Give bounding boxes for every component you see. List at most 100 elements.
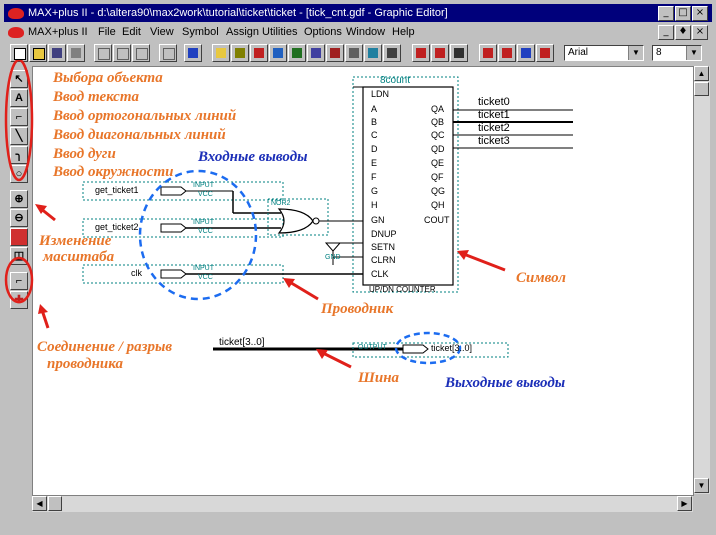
pin-label: CLRN [371, 255, 396, 265]
doc-close-button[interactable]: × [692, 25, 708, 40]
hierarchy-up-button[interactable] [212, 44, 230, 62]
menu-maxplus[interactable]: MAX+plus II [28, 23, 88, 41]
annotation-symbol: Символ [516, 270, 566, 286]
pin-label: CLK [371, 269, 389, 279]
pin-label: QB [431, 117, 445, 127]
hierarchy-display-button[interactable] [250, 44, 268, 62]
undo-button[interactable] [159, 44, 177, 62]
output-pin-ticket[interactable] [402, 344, 429, 354]
menu-window[interactable]: Window [346, 23, 385, 41]
menu-bar: MAX+plus II File Edit View Symbol Assign… [4, 23, 712, 41]
pin-label: A [371, 104, 378, 114]
font-size-value: 8 [656, 47, 662, 58]
font-size-select[interactable]: 8 ▼ [652, 45, 702, 61]
assign-button-2[interactable] [498, 44, 516, 62]
pin-label: F [371, 172, 377, 182]
close-button[interactable]: × [692, 6, 708, 21]
annotation-wire: Проводник [321, 301, 394, 317]
pin-label: COUT [424, 215, 450, 225]
save-check-button[interactable] [431, 44, 449, 62]
scroll-thumb[interactable] [694, 82, 709, 96]
simulator-button[interactable] [307, 44, 325, 62]
pin-vcc-label: VCC [198, 228, 213, 235]
floorplan-button[interactable] [269, 44, 287, 62]
input-pin-get-ticket1[interactable] [160, 186, 187, 196]
menu-utilities[interactable]: Utilities [262, 23, 297, 41]
annotation-inputs: Входные выводы [198, 149, 308, 165]
maximize-button[interactable]: □ [675, 6, 691, 21]
gnd-symbol[interactable] [324, 242, 342, 252]
pin-name-clk: clk [131, 268, 142, 278]
pin-label: QD [431, 144, 445, 154]
paste-button[interactable] [132, 44, 150, 62]
compiler-button[interactable] [288, 44, 306, 62]
pin-vcc-label: VCC [198, 274, 213, 281]
pin-label: LDN [371, 89, 390, 99]
menu-file[interactable]: File [98, 23, 116, 41]
toolbar: Arial ▼ 8 ▼ [4, 42, 712, 64]
font-select[interactable]: Arial ▼ [564, 45, 644, 61]
doc-minimize-button[interactable]: _ [658, 25, 674, 40]
gnd-label: GND [325, 254, 341, 261]
scroll-left-button[interactable]: ◀ [32, 496, 47, 511]
doc-maximize-button[interactable]: ♦ [675, 25, 691, 40]
status-bar [4, 513, 712, 531]
scroll-down-button[interactable]: ▼ [694, 478, 709, 493]
pin-label: D [371, 144, 378, 154]
annotation-ortho: Ввод ортогональных линий [53, 108, 237, 124]
scroll-thumb-h[interactable] [48, 496, 62, 511]
pin-name-get-ticket1: get_ticket1 [95, 185, 139, 195]
annotation-bus: Шина [358, 370, 400, 386]
timing-analyzer-button[interactable] [326, 44, 344, 62]
pin-label: QC [431, 130, 445, 140]
chevron-down-icon[interactable]: ▼ [686, 46, 701, 60]
assign-button-4[interactable] [536, 44, 554, 62]
pin-label: QF [431, 172, 444, 182]
assign-button-1[interactable] [479, 44, 497, 62]
net-label-ticket2: ticket2 [478, 122, 510, 134]
pin-name-get-ticket2: get_ticket2 [95, 222, 139, 232]
copy-button[interactable] [113, 44, 131, 62]
graphic-editor-canvas[interactable]: 8count UP/DN COUNTER LDN A B C D E F G H… [32, 66, 694, 496]
hierarchy-top-button[interactable] [231, 44, 249, 62]
chevron-down-icon[interactable]: ▼ [628, 46, 643, 60]
window-title: MAX+plus II - d:\altera90\max2work\tutor… [28, 7, 448, 19]
net-label-ticket1: ticket1 [478, 109, 510, 121]
pin-type-label: INPUT [193, 219, 214, 226]
menu-options[interactable]: Options [304, 23, 342, 41]
assign-button-3[interactable] [517, 44, 535, 62]
save-simulate-button[interactable] [450, 44, 468, 62]
annotation-outputs: Выходные выводы [445, 375, 566, 391]
menu-help[interactable]: Help [392, 23, 415, 41]
programmer-button[interactable] [345, 44, 363, 62]
horizontal-scrollbar[interactable]: ◀ ▶ [32, 495, 693, 512]
toolbar-highlights [4, 60, 56, 329]
pin-label: QG [431, 186, 446, 196]
minimize-button[interactable]: _ [658, 6, 674, 21]
menu-assign[interactable]: Assign [226, 23, 259, 41]
device-button[interactable] [383, 44, 401, 62]
vertical-scrollbar[interactable]: ▲ ▼ [693, 66, 710, 494]
scroll-right-button[interactable]: ▶ [677, 496, 692, 511]
pin-label: B [371, 117, 378, 127]
menu-view[interactable]: View [150, 23, 174, 41]
pin-label: H [371, 200, 378, 210]
bus-name: ticket[3..0] [219, 337, 265, 348]
menu-symbol[interactable]: Symbol [182, 23, 219, 41]
pin-label: C [371, 130, 378, 140]
pin-vcc-label: VCC [198, 191, 213, 198]
pin-label: QH [431, 200, 445, 210]
save-compile-button[interactable] [412, 44, 430, 62]
scroll-up-button[interactable]: ▲ [694, 66, 709, 81]
menu-edit[interactable]: Edit [122, 23, 141, 41]
gate-label: NOR2 [271, 200, 291, 207]
nor-gate[interactable] [277, 208, 314, 234]
message-processor-button[interactable] [364, 44, 382, 62]
title-bar: MAX+plus II - d:\altera90\max2work\tutor… [4, 4, 712, 22]
help-button[interactable] [184, 44, 202, 62]
input-pin-get-ticket2[interactable] [160, 223, 187, 233]
pin-label: GN [371, 215, 385, 225]
input-pin-clk[interactable] [160, 269, 187, 279]
output-type-label: OUTPUT [358, 344, 387, 351]
cut-button[interactable] [94, 44, 112, 62]
